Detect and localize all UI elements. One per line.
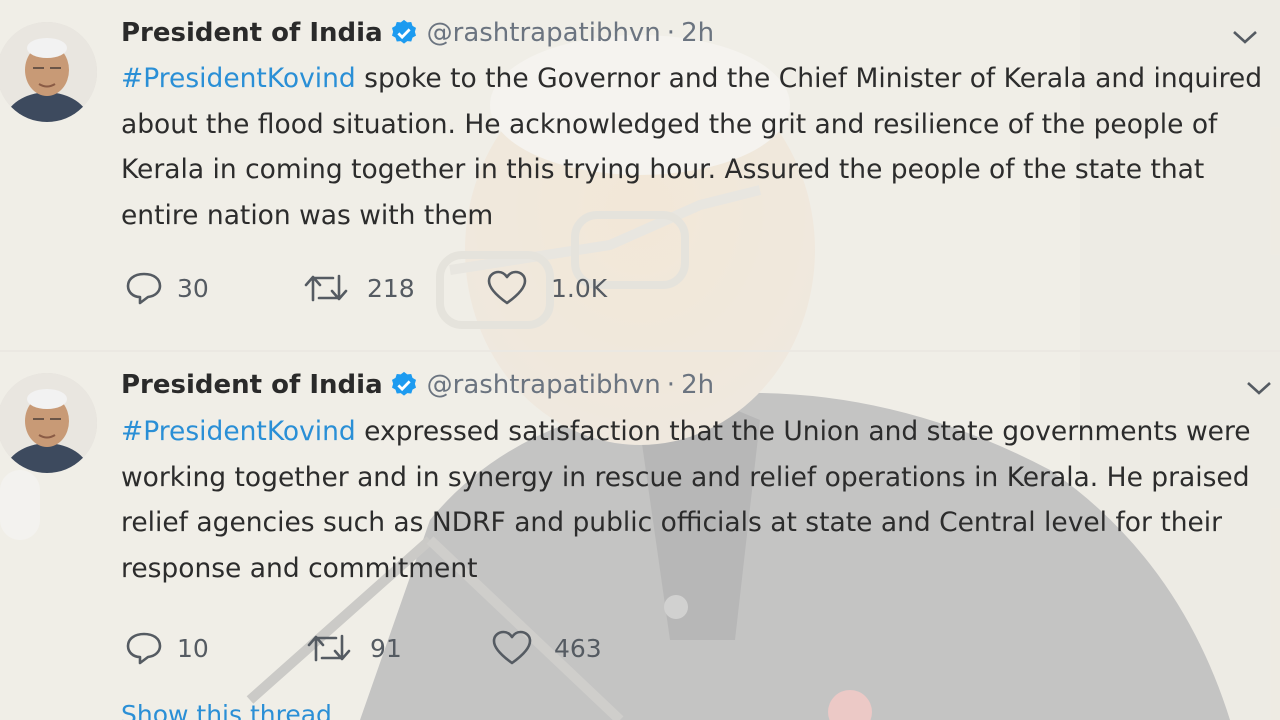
like-count: 463: [554, 633, 602, 663]
reply-button[interactable]: 10: [125, 628, 209, 668]
avatar[interactable]: [0, 373, 97, 473]
verified-badge-icon: [389, 370, 419, 400]
heart-icon: [492, 630, 532, 665]
tweet-card[interactable]: President of India @rashtrapatibhvn · 2h…: [0, 0, 1280, 720]
retweet-icon: [307, 634, 351, 662]
avatar-image: [0, 373, 97, 473]
retweet-button[interactable]: 91: [306, 628, 402, 668]
retweet-count: 91: [370, 633, 402, 663]
tweet-header: President of India @rashtrapatibhvn · 2h: [121, 365, 714, 405]
hashtag-link[interactable]: #PresidentKovind: [121, 416, 356, 447]
like-button[interactable]: 463: [492, 628, 602, 668]
author-handle[interactable]: @rashtrapatibhvn: [427, 370, 661, 400]
timestamp[interactable]: 2h: [681, 370, 714, 400]
separator-dot: ·: [666, 370, 676, 400]
reply-icon: [126, 632, 162, 665]
chevron-down-icon[interactable]: [1244, 378, 1274, 398]
reply-count: 10: [177, 633, 209, 663]
show-thread-link[interactable]: Show this thread: [121, 700, 332, 720]
author-name[interactable]: President of India: [121, 370, 383, 400]
tweet-text: #PresidentKovind expressed satisfaction …: [121, 409, 1276, 591]
